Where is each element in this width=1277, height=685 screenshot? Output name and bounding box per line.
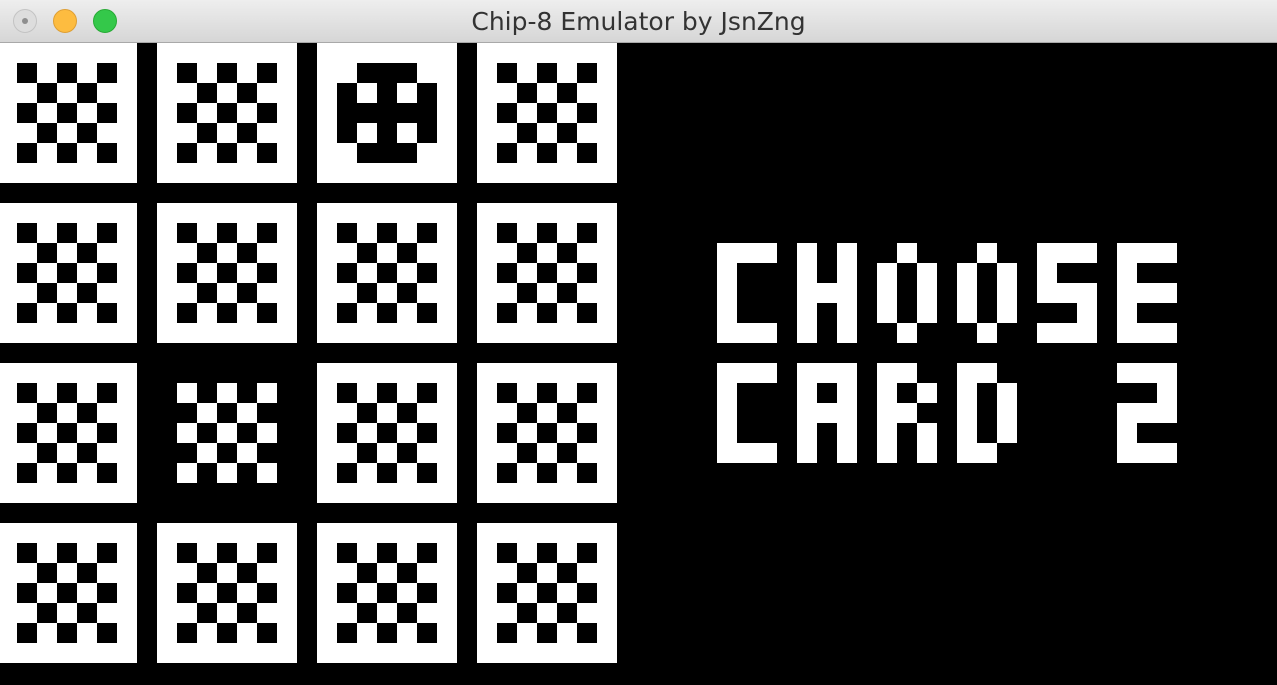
card-r3-c3[interactable]	[317, 363, 457, 503]
glyph-s	[1037, 243, 1097, 343]
glyph-2	[1117, 363, 1177, 463]
card-r1-c3[interactable]	[317, 43, 457, 183]
card-r3-c2-selected[interactable]	[157, 363, 297, 503]
card-r2-c3[interactable]	[317, 203, 457, 343]
card-r2-c1[interactable]	[0, 203, 137, 343]
card-r4-c4[interactable]	[477, 523, 617, 663]
window-title: Chip-8 Emulator by JsnZng	[471, 7, 806, 36]
card-r3-c1[interactable]	[0, 363, 137, 503]
glyph-e	[1117, 243, 1177, 343]
card-r1-c4[interactable]	[477, 43, 617, 183]
card-r4-c1[interactable]	[0, 523, 137, 663]
chip8-display[interactable]	[0, 43, 1277, 685]
card-r4-c2[interactable]	[157, 523, 297, 663]
card-r2-c2[interactable]	[157, 203, 297, 343]
card-r4-c3[interactable]	[317, 523, 457, 663]
card-r2-c4[interactable]	[477, 203, 617, 343]
emulator-window: Chip-8 Emulator by JsnZng	[0, 0, 1277, 685]
card-r1-c1[interactable]	[0, 43, 137, 183]
card-r1-c2[interactable]	[157, 43, 297, 183]
title-bar[interactable]: Chip-8 Emulator by JsnZng	[0, 0, 1277, 43]
card-r3-c4[interactable]	[477, 363, 617, 503]
